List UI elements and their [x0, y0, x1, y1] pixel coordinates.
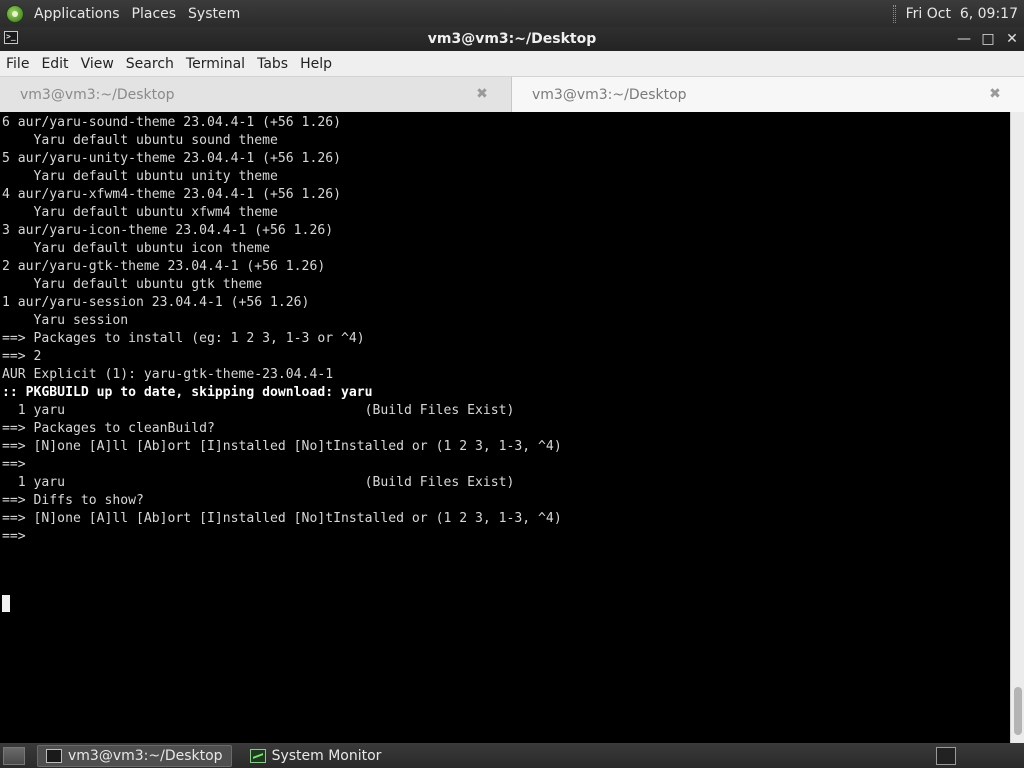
maximize-icon[interactable]: □ — [980, 31, 996, 47]
terminal-line: ==> — [2, 529, 26, 544]
window-controls: — □ ✕ — [956, 27, 1020, 51]
menu-system[interactable]: System — [186, 6, 242, 22]
terminal-line: ==> — [2, 457, 26, 472]
taskbar-item-label: System Monitor — [271, 747, 382, 764]
terminal-cursor — [2, 595, 10, 612]
clock[interactable]: Fri Oct 6, 09:17 — [906, 6, 1018, 22]
close-icon[interactable]: ✖ — [475, 87, 489, 101]
terminal-line: ==> Diffs to show? — [2, 493, 144, 508]
workspace-switcher-icon[interactable] — [936, 746, 956, 765]
terminal-output[interactable]: 6 aur/yaru-sound-theme 23.04.4-1 (+56 1.… — [0, 112, 1010, 743]
terminal-line: 3 aur/yaru-icon-theme 23.04.4-1 (+56 1.2… — [2, 223, 334, 238]
menu-tabs[interactable]: Tabs — [257, 56, 288, 72]
terminal-line: 5 aur/yaru-unity-theme 23.04.4-1 (+56 1.… — [2, 151, 341, 166]
terminal-line: ==> Packages to install (eg: 1 2 3, 1-3 … — [2, 331, 365, 346]
tab-label: vm3@vm3:~/Desktop — [532, 86, 687, 103]
tab-2[interactable]: vm3@vm3:~/Desktop ✖ — [512, 77, 1024, 112]
terminal-line: ==> [N]one [A]ll [Ab]ort [I]nstalled [No… — [2, 439, 562, 454]
close-icon[interactable]: ✖ — [988, 87, 1002, 101]
terminal-menubar: File Edit View Search Terminal Tabs Help — [0, 51, 1024, 77]
show-desktop-icon[interactable] — [3, 746, 25, 765]
system-monitor-icon — [249, 748, 266, 763]
tab-label: vm3@vm3:~/Desktop — [20, 86, 175, 103]
terminal-line: ==> 2 — [2, 349, 42, 364]
panel-right: Fri Oct 6, 09:17 — [892, 4, 1024, 23]
menu-help[interactable]: Help — [300, 56, 332, 72]
terminal-line: 1 yaru (Build Files Exist) — [2, 475, 515, 490]
taskbar-item-label: vm3@vm3:~/Desktop — [68, 747, 223, 764]
terminal-line: 1 yaru (Build Files Exist) — [2, 403, 515, 418]
panel-separator — [892, 4, 896, 23]
close-icon[interactable]: ✕ — [1004, 31, 1020, 47]
terminal-line: ==> [N]one [A]ll [Ab]ort [I]nstalled [No… — [2, 511, 562, 526]
scrollbar-thumb[interactable] — [1014, 687, 1022, 735]
tab-1[interactable]: vm3@vm3:~/Desktop ✖ — [0, 77, 512, 112]
terminal-line: Yaru default ubuntu xfwm4 theme — [2, 205, 278, 220]
menu-edit[interactable]: Edit — [41, 56, 68, 72]
window-title: vm3@vm3:~/Desktop — [427, 31, 597, 47]
menu-search[interactable]: Search — [126, 56, 174, 72]
terminal-scrollbar[interactable] — [1010, 112, 1024, 743]
distro-logo-icon[interactable] — [6, 4, 24, 23]
taskbar-item-terminal[interactable]: vm3@vm3:~/Desktop — [37, 744, 232, 767]
terminal-line: Yaru default ubuntu sound theme — [2, 133, 278, 148]
menu-applications[interactable]: Applications — [32, 6, 122, 22]
terminal-line: 4 aur/yaru-xfwm4-theme 23.04.4-1 (+56 1.… — [2, 187, 341, 202]
terminal-app-icon[interactable]: >_ — [4, 31, 18, 44]
top-panel: Applications Places System Fri Oct 6, 09… — [0, 0, 1024, 27]
terminal-line: 1 aur/yaru-session 23.04.4-1 (+56 1.26) — [2, 295, 310, 310]
terminal-line: Yaru default ubuntu unity theme — [2, 169, 278, 184]
terminal-line: Yaru default ubuntu icon theme — [2, 241, 271, 256]
terminal-line: 6 aur/yaru-sound-theme 23.04.4-1 (+56 1.… — [2, 115, 341, 130]
menu-file[interactable]: File — [6, 56, 29, 72]
menu-terminal[interactable]: Terminal — [186, 56, 245, 72]
terminal-line: Yaru session — [2, 313, 129, 328]
terminal-line: 2 aur/yaru-gtk-theme 23.04.4-1 (+56 1.26… — [2, 259, 326, 274]
window-titlebar[interactable]: >_ vm3@vm3:~/Desktop — □ ✕ — [0, 27, 1024, 51]
terminal-line: :: PKGBUILD up to date, skipping downloa… — [2, 385, 373, 400]
tab-bar: vm3@vm3:~/Desktop ✖ vm3@vm3:~/Desktop ✖ — [0, 77, 1024, 112]
terminal-icon — [46, 748, 62, 763]
panel-menus: Applications Places System — [0, 4, 242, 23]
menu-places[interactable]: Places — [130, 6, 179, 22]
terminal-line: ==> Packages to cleanBuild? — [2, 421, 215, 436]
menu-view[interactable]: View — [81, 56, 114, 72]
bottom-panel: vm3@vm3:~/Desktop System Monitor — [0, 743, 1024, 768]
terminal-line: Yaru default ubuntu gtk theme — [2, 277, 263, 292]
minimize-icon[interactable]: — — [956, 31, 972, 47]
taskbar-item-system-monitor[interactable]: System Monitor — [242, 745, 390, 767]
terminal-line: AUR Explicit (1): yaru-gtk-theme-23.04.4… — [2, 367, 334, 382]
